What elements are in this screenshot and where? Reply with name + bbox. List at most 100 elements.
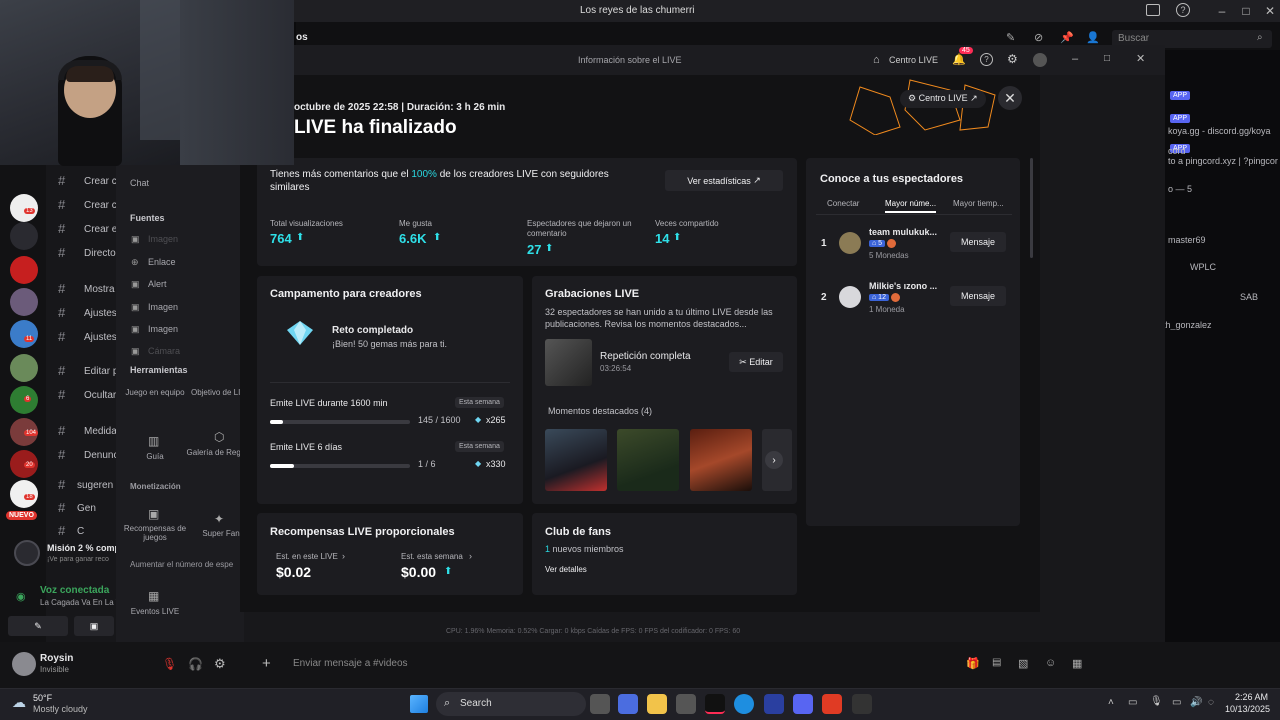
viewer-tab[interactable]: Mayor núme...	[885, 199, 937, 213]
start-button[interactable]	[410, 695, 428, 713]
discord-icon[interactable]	[793, 694, 813, 714]
message-button[interactable]: Mensaje	[950, 232, 1006, 252]
centro-live-link[interactable]: Centro LIVE	[889, 55, 938, 65]
settings-icon[interactable]: ⚙	[1007, 52, 1018, 66]
copilot-icon[interactable]	[618, 694, 638, 714]
pin-icon[interactable]: 📌	[1060, 31, 1074, 44]
channel-item[interactable]: Ocultar	[84, 390, 116, 401]
sticker-icon[interactable]: ▧	[1018, 657, 1028, 670]
source-item[interactable]: Imagen	[148, 302, 178, 312]
viewer-tab[interactable]: Mayor tiemp...	[953, 199, 1004, 208]
chevron-up-icon[interactable]: ˄	[1108, 697, 1114, 708]
channel-item[interactable]: Editar p	[84, 366, 118, 377]
store-icon[interactable]	[676, 694, 696, 714]
highlight-thumbnail[interactable]	[690, 429, 752, 491]
reward-label[interactable]: Est. en este LIVE	[276, 552, 338, 561]
edit-button[interactable]: ✂ Editar	[729, 352, 783, 372]
team-game-tool[interactable]: Juego en equipo	[120, 388, 190, 397]
bell-icon[interactable]: 🔔	[952, 53, 966, 66]
viewer-name[interactable]: team mulukuk...	[869, 227, 937, 237]
clock-time[interactable]: 2:26 AM	[1220, 692, 1268, 702]
settings-icon[interactable]: ⚙	[214, 656, 226, 672]
maximize-button[interactable]: □	[1104, 53, 1110, 64]
view-stats-button[interactable]: Ver estadísticas ↗	[665, 170, 783, 191]
channel-item[interactable]: Medida	[84, 426, 117, 437]
channel-item[interactable]: Ajustes	[84, 332, 117, 343]
brave-icon[interactable]	[822, 694, 842, 714]
viewer-name[interactable]: Milkie's ızono ...	[869, 281, 937, 291]
clock-date[interactable]: 10/13/2025	[1214, 704, 1270, 714]
message-button[interactable]: Mensaje	[950, 286, 1006, 306]
screen-icon[interactable]	[1146, 4, 1160, 16]
server-icon[interactable]	[10, 354, 38, 382]
server-icon[interactable]	[10, 288, 38, 316]
message-input[interactable]: Enviar mensaje a #videos	[293, 658, 408, 669]
close-window-button[interactable]: ✕	[1136, 52, 1145, 65]
app-icon[interactable]	[852, 694, 872, 714]
chevron-right-icon[interactable]: ›	[765, 451, 783, 469]
close-window-button[interactable]: ✕	[1256, 2, 1280, 20]
help-icon[interactable]: ?	[980, 53, 993, 66]
channel-item[interactable]: Mostra	[84, 284, 115, 295]
server-icon[interactable]	[10, 256, 38, 284]
apps-icon[interactable]: ▦	[1072, 657, 1082, 670]
scrollbar[interactable]	[1030, 158, 1033, 258]
guide-tool[interactable]: Guía	[120, 452, 190, 461]
viewer-tab[interactable]: Conectar	[827, 199, 859, 208]
avatar[interactable]	[12, 652, 36, 676]
avatar[interactable]	[839, 286, 861, 308]
source-item[interactable]: Alert	[148, 279, 167, 289]
threads-icon[interactable]: ✎	[1006, 31, 1015, 44]
tiktok-icon[interactable]	[705, 694, 725, 714]
screen-share-icon[interactable]: ▣	[74, 616, 114, 636]
avatar[interactable]	[839, 232, 861, 254]
channel-item[interactable]: C	[77, 526, 84, 537]
channel-item[interactable]: Gen	[77, 503, 96, 514]
file-explorer-icon[interactable]	[647, 694, 667, 714]
emoji-icon[interactable]: ☺	[1045, 657, 1056, 669]
replay-title[interactable]: Repetición completa	[600, 351, 691, 362]
game-rewards-tool[interactable]: Recompensas de juegos	[120, 524, 190, 542]
deafen-icon[interactable]: 🎧	[188, 657, 203, 671]
channel-item[interactable]: Directo	[84, 248, 116, 259]
source-item[interactable]: Imagen	[148, 324, 178, 334]
launcher-icon[interactable]	[764, 694, 784, 714]
gift-icon[interactable]: 🎁	[966, 657, 980, 670]
source-item[interactable]: Cámara	[148, 346, 180, 356]
help-icon[interactable]: ?	[1176, 3, 1190, 17]
avatar[interactable]	[1033, 53, 1047, 67]
live-events-tool[interactable]: Eventos LIVE	[120, 607, 190, 616]
display-icon[interactable]: ▭	[1172, 697, 1181, 708]
notifications-off-icon[interactable]: ⊘	[1034, 31, 1043, 44]
edge-icon[interactable]	[734, 694, 754, 714]
attach-plus-icon[interactable]: +	[262, 655, 271, 672]
source-item[interactable]: Imagen	[148, 234, 178, 244]
centro-live-button[interactable]: ⚙ Centro LIVE ↗	[900, 90, 986, 108]
channel-item[interactable]: Crear c	[84, 176, 117, 187]
channel-item[interactable]: Ajustes	[84, 308, 117, 319]
source-item[interactable]: Enlace	[148, 257, 176, 267]
channel-item[interactable]: Denunc	[84, 450, 118, 461]
channel-item[interactable]: sugeren	[77, 480, 113, 491]
gif-icon[interactable]: ▤	[992, 657, 1001, 668]
server-icon[interactable]	[10, 222, 38, 250]
mission-icon[interactable]	[14, 540, 40, 566]
highlight-thumbnail[interactable]	[617, 429, 679, 491]
taskbar-search[interactable]	[436, 692, 586, 716]
server-icon[interactable]	[10, 320, 38, 348]
volume-icon[interactable]: 🔊	[1190, 697, 1202, 708]
mic-muted-icon[interactable]: 🎙	[162, 657, 177, 671]
tray-icon[interactable]: ▭	[1128, 697, 1137, 708]
mic-icon[interactable]: 🎙	[1150, 696, 1163, 707]
replay-thumbnail[interactable]	[545, 339, 592, 386]
minimize-button[interactable]: –	[1072, 53, 1078, 65]
close-icon[interactable]: ✕	[998, 86, 1022, 110]
highlight-thumbnail[interactable]	[545, 429, 607, 491]
view-details-link[interactable]: Ver detalles	[545, 565, 587, 574]
reward-label[interactable]: Est. esta semana	[401, 552, 463, 561]
members-icon[interactable]: 👤	[1086, 31, 1100, 44]
task-view-icon[interactable]	[590, 694, 610, 714]
channel-item[interactable]: Crear c	[84, 200, 117, 211]
disconnect-icon[interactable]: ✎	[8, 616, 68, 636]
channel-item[interactable]: Crear e	[84, 224, 117, 235]
